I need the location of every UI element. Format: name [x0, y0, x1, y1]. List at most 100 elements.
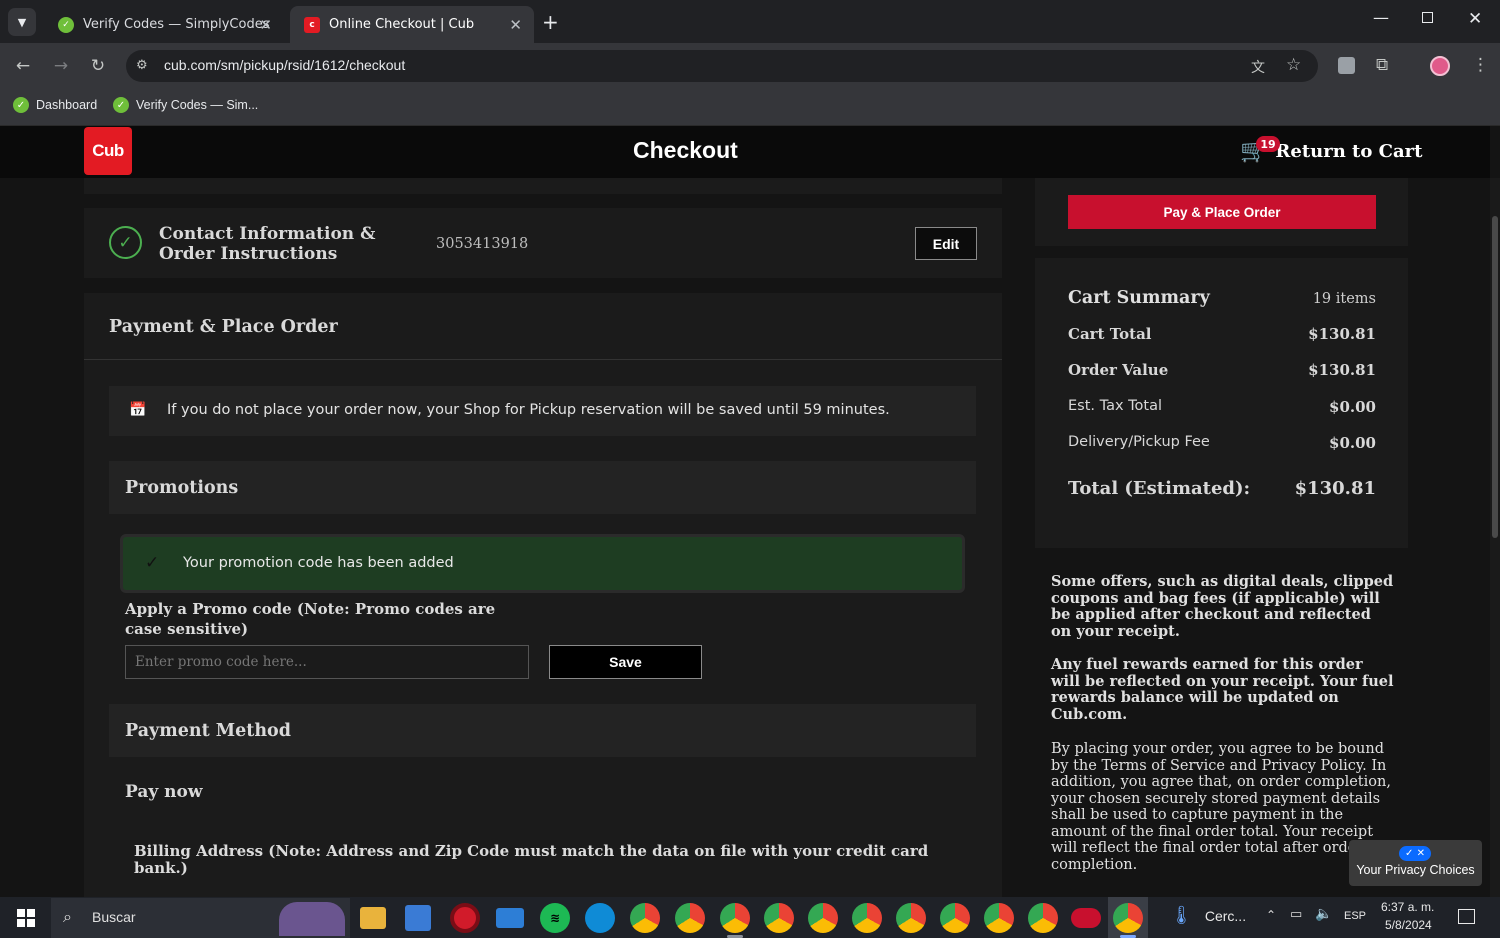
- top-panel-edge: [84, 178, 1002, 194]
- puzzle-icon[interactable]: ⧉: [1376, 55, 1388, 75]
- summary-row-order-value: Order Value $130.81: [1068, 361, 1376, 379]
- network-icon[interactable]: ▭: [1290, 907, 1302, 922]
- clock-date[interactable]: 5/8/2024: [1385, 918, 1432, 932]
- edge-icon[interactable]: [585, 903, 615, 933]
- tab-verify-codes[interactable]: ✓ Verify Codes — SimplyCodes ✕: [44, 6, 284, 43]
- back-button[interactable]: ←: [10, 53, 36, 79]
- total-label: Total (Estimated):: [1068, 478, 1251, 499]
- reservation-notice-text: If you do not place your order now, your…: [167, 402, 890, 418]
- site-info-icon[interactable]: ⚙: [136, 58, 148, 73]
- search-highlight-image: [279, 902, 345, 936]
- more-menu-icon[interactable]: ⋮: [1472, 55, 1489, 75]
- promo-success-text: Your promotion code has been added: [183, 555, 454, 571]
- bookmark-star-icon[interactable]: ☆: [1286, 55, 1301, 75]
- new-tab-button[interactable]: +: [542, 10, 559, 34]
- pay-now-label: Pay now: [125, 782, 203, 802]
- chrome-profile-3-icon[interactable]: [720, 903, 750, 933]
- chevron-up-icon[interactable]: ⌃: [1266, 908, 1276, 922]
- cart-item-count: 19 items: [1312, 291, 1376, 307]
- pay-place-order-button[interactable]: Pay & Place Order: [1068, 195, 1376, 229]
- billing-address-note: Billing Address (Note: Address and Zip C…: [134, 842, 929, 877]
- return-to-cart-label: Return to Cart: [1275, 140, 1423, 162]
- extension-icon[interactable]: [1338, 57, 1355, 74]
- spotify-icon[interactable]: ≋: [540, 903, 570, 933]
- clock-time[interactable]: 6:37 a. m.: [1381, 900, 1434, 914]
- calendar-clock-icon: 📅: [129, 402, 147, 418]
- page-scrollbar-thumb[interactable]: [1492, 216, 1498, 538]
- mail-icon[interactable]: [496, 908, 524, 928]
- privacy-choices-label: Your Privacy Choices: [1356, 863, 1475, 877]
- summary-value: $0.00: [1329, 434, 1376, 452]
- profile-avatar[interactable]: [1430, 56, 1450, 76]
- privacy-toggle-icon: ✓ ✕: [1399, 846, 1431, 861]
- privacy-choices-button[interactable]: ✓ ✕ Your Privacy Choices: [1349, 840, 1482, 886]
- opera-icon[interactable]: [450, 903, 480, 933]
- close-window-button[interactable]: ✕: [1468, 9, 1482, 29]
- language-indicator[interactable]: ESP: [1344, 910, 1366, 922]
- weather-widget[interactable]: 🌡 Cerc...: [1170, 905, 1246, 926]
- summary-label: Order Value: [1068, 361, 1169, 379]
- chrome-profile-7-icon[interactable]: [896, 903, 926, 933]
- payment-method-title: Payment Method: [125, 721, 291, 741]
- summary-row-fee: Delivery/Pickup Fee $0.00: [1068, 434, 1376, 452]
- contact-info-title: Contact Information & Order Instructions: [159, 224, 376, 264]
- promotions-header: [109, 461, 976, 514]
- simplycodes-favicon-icon: ✓: [58, 16, 74, 33]
- contact-phone: 3053413918: [436, 236, 529, 252]
- taskbar-search-box[interactable]: ⌕ Buscar: [51, 898, 350, 938]
- promo-code-input[interactable]: [125, 645, 529, 679]
- chrome-profile-10-icon[interactable]: [1028, 903, 1058, 933]
- total-value: $130.81: [1294, 478, 1376, 499]
- chrome-profile-2-icon[interactable]: [675, 903, 705, 933]
- promo-save-button[interactable]: Save: [549, 645, 702, 679]
- chrome-profile-5-icon[interactable]: [808, 903, 838, 933]
- chevron-down-icon: ▼: [17, 15, 27, 29]
- page-title: Checkout: [633, 137, 738, 163]
- minimize-button[interactable]: —: [1373, 8, 1389, 27]
- simplycodes-icon: ✓: [113, 97, 129, 113]
- search-icon: ⌕: [63, 907, 72, 926]
- chrome-profile-4-icon[interactable]: [764, 903, 794, 933]
- chrome-profile-9-icon[interactable]: [984, 903, 1014, 933]
- file-explorer-icon[interactable]: [360, 907, 386, 929]
- tab-cub-checkout[interactable]: c Online Checkout | Cub ✕: [290, 6, 534, 43]
- search-placeholder: Buscar: [92, 909, 136, 925]
- payment-section-title: Payment & Place Order: [109, 317, 338, 337]
- volume-icon[interactable]: 🔈: [1315, 906, 1332, 922]
- translate-icon[interactable]: 文: [1251, 57, 1265, 77]
- url-text[interactable]: cub.com/sm/pickup/rsid/1612/checkout: [164, 57, 405, 73]
- car-app-icon[interactable]: [1071, 908, 1101, 928]
- microsoft-store-icon[interactable]: [405, 905, 431, 931]
- edit-contact-button[interactable]: Edit: [915, 227, 977, 260]
- fuel-rewards-note: Any fuel rewards earned for this order w…: [1051, 656, 1394, 723]
- summary-value: $130.81: [1308, 325, 1376, 343]
- tab-list-dropdown-button[interactable]: ▼: [8, 8, 36, 36]
- summary-row-cart-total: Cart Total $130.81: [1068, 325, 1376, 343]
- summary-value: $130.81: [1308, 361, 1376, 379]
- payment-panel: [84, 293, 1002, 897]
- cub-logo[interactable]: Cub: [84, 127, 132, 175]
- bookmark-verify-codes[interactable]: ✓ Verify Codes — Sim...: [113, 97, 258, 113]
- close-icon[interactable]: ✕: [509, 16, 522, 34]
- reload-button[interactable]: ↻: [85, 53, 111, 79]
- chrome-profile-6-icon[interactable]: [852, 903, 882, 933]
- reload-icon: ↻: [90, 56, 106, 76]
- tab-title: Online Checkout | Cub: [329, 17, 475, 32]
- windows-start-icon[interactable]: [17, 909, 35, 927]
- notifications-icon[interactable]: [1458, 909, 1475, 924]
- forward-button[interactable]: →: [48, 53, 74, 79]
- close-icon[interactable]: ✕: [259, 16, 272, 34]
- terms-note: By placing your order, you agree to be b…: [1051, 741, 1391, 873]
- summary-label: Est. Tax Total: [1068, 398, 1163, 414]
- bookmark-dashboard[interactable]: ✓ Dashboard: [13, 97, 97, 113]
- bookmark-label: Verify Codes — Sim...: [136, 98, 259, 112]
- promo-code-label: Apply a Promo code (Note: Promo codes ar…: [125, 600, 496, 638]
- chrome-profile-1-icon[interactable]: [630, 903, 660, 933]
- summary-label: Delivery/Pickup Fee: [1068, 434, 1210, 450]
- chrome-profile-8-icon[interactable]: [940, 903, 970, 933]
- cart-summary-header: Cart Summary 19 items: [1068, 288, 1376, 308]
- summary-value: $0.00: [1329, 398, 1376, 416]
- chrome-active-icon[interactable]: [1113, 903, 1143, 933]
- restore-button[interactable]: [1422, 12, 1433, 23]
- cub-favicon-icon: c: [304, 16, 320, 33]
